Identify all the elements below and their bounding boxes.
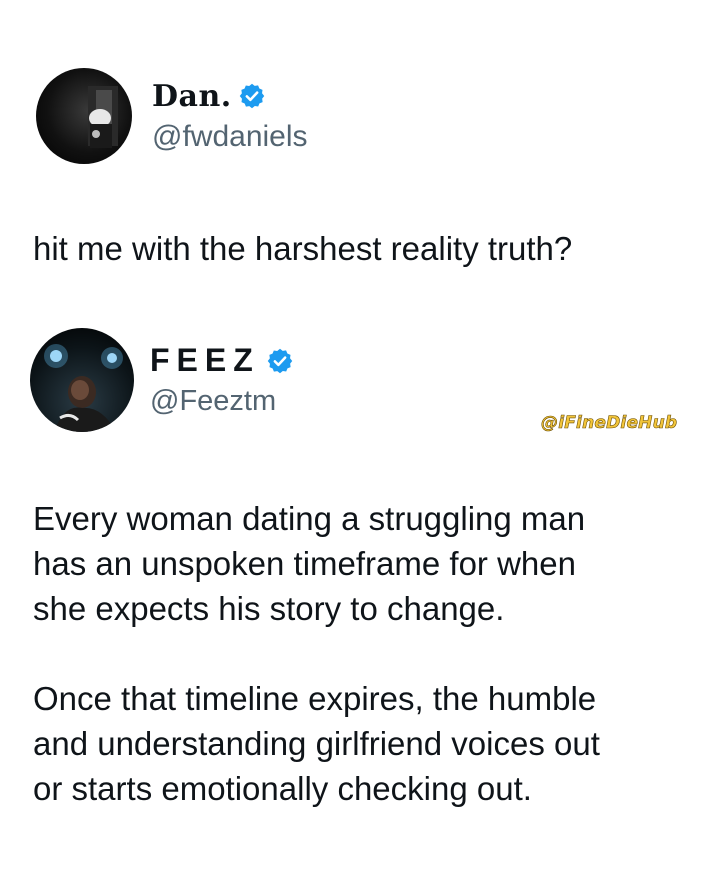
display-name[interactable]: FEEZ bbox=[150, 342, 260, 379]
tweet-text: hit me with the harshest reality truth? bbox=[33, 230, 573, 267]
verified-badge-icon bbox=[238, 82, 266, 110]
watermark: @iFineDieHub bbox=[541, 413, 678, 434]
tweet-2-names: FEEZ @Feeztm bbox=[150, 342, 294, 418]
tweet-1-names: Dan. @fwdaniels bbox=[152, 79, 308, 154]
avatar-photo bbox=[88, 86, 118, 148]
name-row: Dan. bbox=[152, 79, 308, 114]
avatar[interactable] bbox=[36, 68, 132, 164]
avatar-photo bbox=[44, 344, 123, 432]
tweet-text: Every woman dating a struggling man has … bbox=[33, 500, 600, 807]
handle[interactable]: @fwdaniels bbox=[152, 120, 308, 154]
verified-badge-icon bbox=[266, 347, 294, 375]
avatar[interactable] bbox=[30, 328, 134, 432]
handle[interactable]: @Feeztm bbox=[150, 385, 294, 418]
display-name[interactable]: Dan. bbox=[152, 79, 232, 114]
tweet-2-header: FEEZ @Feeztm bbox=[30, 328, 294, 432]
tweet-1-header: Dan. @fwdaniels bbox=[36, 68, 308, 164]
name-row: FEEZ bbox=[150, 342, 294, 379]
